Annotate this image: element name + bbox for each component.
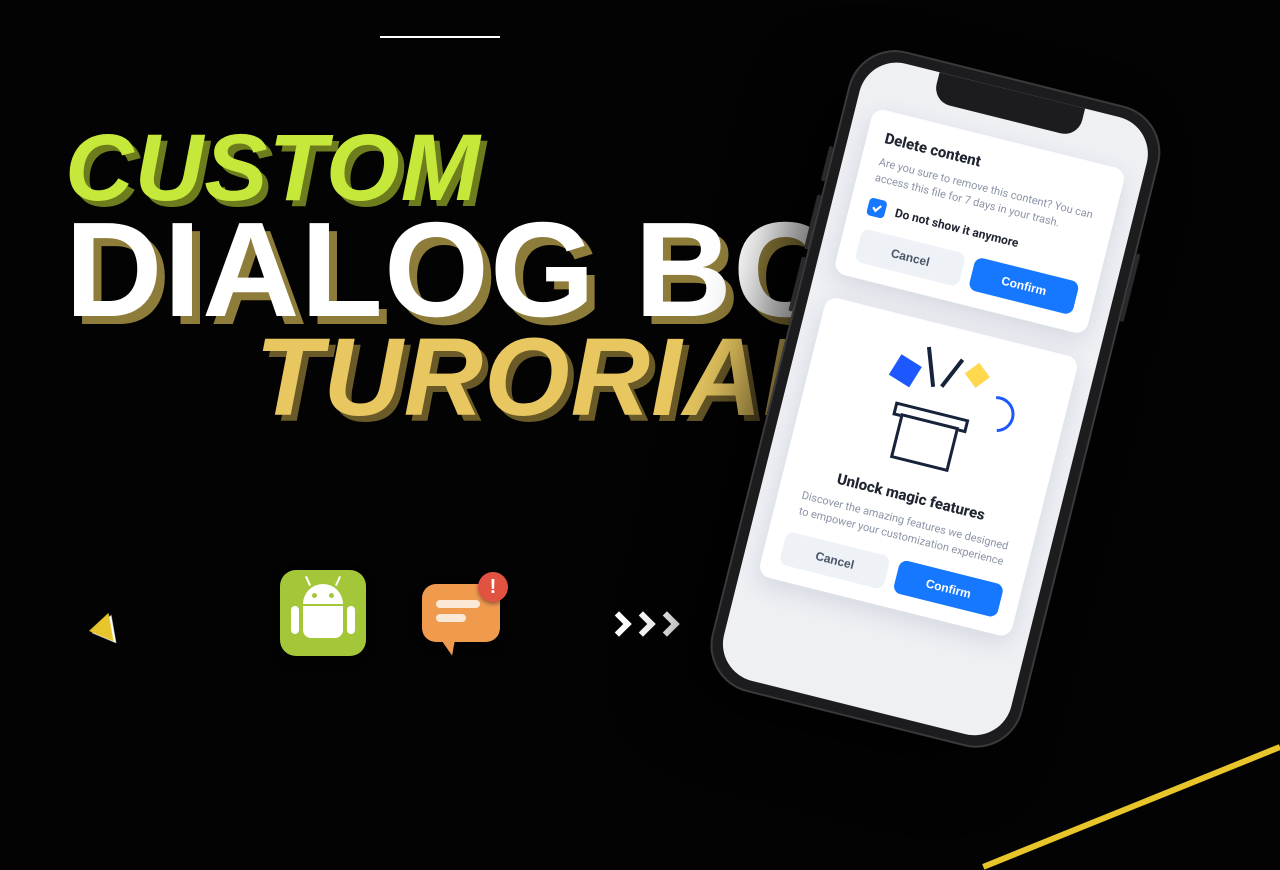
accent-dash <box>380 36 500 38</box>
chevrons-icon <box>610 615 682 633</box>
confirm-button[interactable]: Confirm <box>968 256 1080 315</box>
cancel-button[interactable]: Cancel <box>854 228 966 287</box>
confirm-button[interactable]: Confirm <box>892 559 1004 618</box>
triangle-icon <box>86 613 113 645</box>
chat-alert-icon: ! <box>418 570 504 656</box>
magic-box-illustration <box>834 328 1030 495</box>
checkbox-do-not-show[interactable] <box>866 197 888 219</box>
cancel-button[interactable]: Cancel <box>779 531 891 590</box>
dialog-unlock-features: Unlock magic features Discover the amazi… <box>758 296 1080 638</box>
dialog-delete-content: Delete content Are you sure to remove th… <box>833 107 1126 335</box>
android-icon <box>280 570 366 656</box>
icon-row: ! <box>280 570 504 656</box>
accent-line-bottom <box>982 744 1280 869</box>
